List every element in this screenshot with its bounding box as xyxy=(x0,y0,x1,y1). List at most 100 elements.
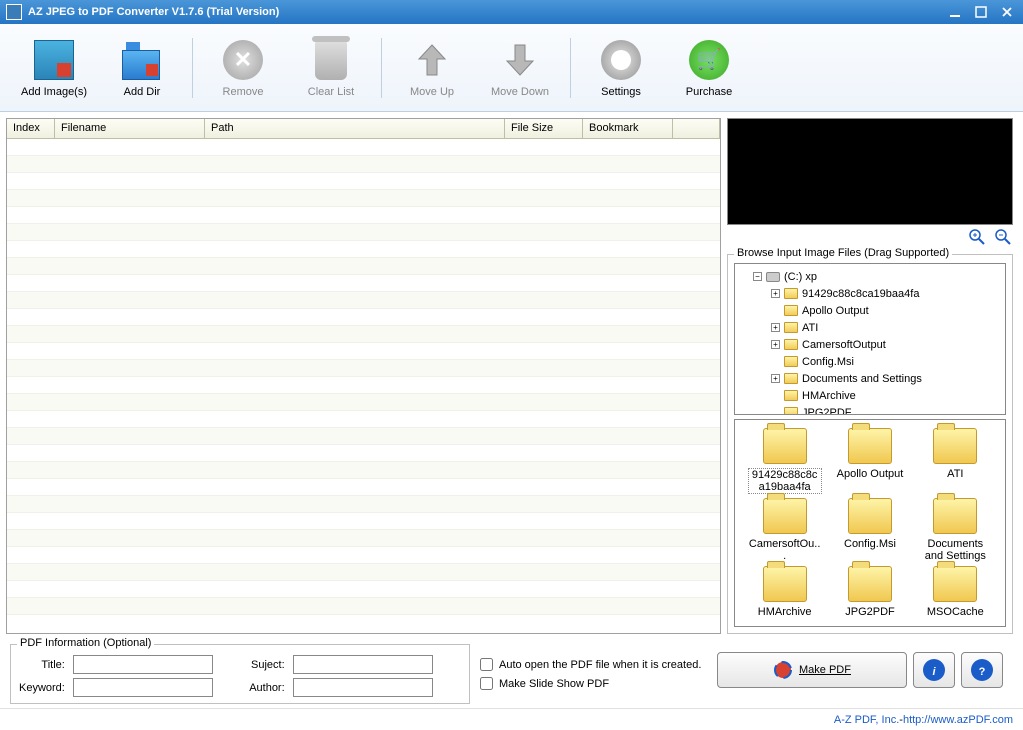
tree-item[interactable]: JPG2PDF xyxy=(739,404,1001,415)
col-bookmark[interactable]: Bookmark xyxy=(583,119,673,138)
titlebar-text: AZ JPEG to PDF Converter V1.7.6 (Trial V… xyxy=(28,6,945,18)
purchase-button[interactable]: 🛒 Purchase xyxy=(665,30,753,106)
pdf-info-legend: PDF Information (Optional) xyxy=(17,637,154,649)
folder-thumb[interactable]: ATI xyxy=(914,428,997,494)
close-button[interactable] xyxy=(997,4,1017,20)
expand-icon[interactable]: + xyxy=(771,289,780,298)
expand-icon[interactable]: + xyxy=(771,340,780,349)
company-link[interactable]: A-Z PDF, Inc. xyxy=(834,714,899,726)
app-icon xyxy=(6,4,22,20)
folder-thumb[interactable]: Documents and Settings xyxy=(914,498,997,562)
folder-thumb[interactable]: MSOCache xyxy=(914,566,997,618)
browse-legend: Browse Input Image Files (Drag Supported… xyxy=(734,247,952,259)
folder-icon xyxy=(848,428,892,464)
info-button[interactable]: i xyxy=(913,652,955,688)
folder-thumb[interactable]: JPG2PDF xyxy=(828,566,911,618)
folder-icon xyxy=(784,407,798,415)
arrow-down-icon xyxy=(498,38,542,82)
folder-icon xyxy=(784,390,798,401)
tree-item[interactable]: Config.Msi xyxy=(739,353,1001,370)
url-link[interactable]: http://www.azPDF.com xyxy=(903,714,1013,726)
minimize-button[interactable] xyxy=(945,4,965,20)
col-path[interactable]: Path xyxy=(205,119,505,138)
folder-icon xyxy=(848,566,892,602)
maximize-button[interactable] xyxy=(971,4,991,20)
keyword-label: Keyword: xyxy=(19,682,65,694)
file-grid[interactable]: Index Filename Path File Size Bookmark xyxy=(6,118,721,634)
folder-icon xyxy=(763,498,807,534)
collapse-icon[interactable]: − xyxy=(753,272,762,281)
folder-icon xyxy=(933,428,977,464)
zoom-in-button[interactable] xyxy=(969,229,985,248)
slideshow-option[interactable]: Make Slide Show PDF xyxy=(480,677,707,690)
settings-button[interactable]: Settings xyxy=(577,30,665,106)
titlebar: AZ JPEG to PDF Converter V1.7.6 (Trial V… xyxy=(0,0,1023,24)
remove-button[interactable]: ✕ Remove xyxy=(199,30,287,106)
gear-icon xyxy=(601,40,641,80)
thumbnail-pane[interactable]: 91429c88c8ca19baa4faApollo OutputATI Came… xyxy=(734,419,1006,627)
col-filesize[interactable]: File Size xyxy=(505,119,583,138)
trash-icon xyxy=(315,40,347,80)
keyword-input[interactable] xyxy=(73,678,213,697)
tree-item[interactable]: Apollo Output xyxy=(739,302,1001,319)
folder-thumb[interactable]: HMArchive xyxy=(743,566,826,618)
folder-thumb[interactable]: Apollo Output xyxy=(828,428,911,494)
subject-input[interactable] xyxy=(293,655,433,674)
clear-list-button[interactable]: Clear List xyxy=(287,30,375,106)
expand-icon[interactable]: + xyxy=(771,374,780,383)
tree-item[interactable]: +Documents and Settings xyxy=(739,370,1001,387)
slideshow-checkbox[interactable] xyxy=(480,677,493,690)
folder-icon xyxy=(784,288,798,299)
info-icon: i xyxy=(922,658,946,682)
make-pdf-icon xyxy=(773,660,793,680)
col-index[interactable]: Index xyxy=(7,119,55,138)
svg-text:?: ? xyxy=(979,666,986,678)
grid-body xyxy=(7,139,720,633)
folder-icon xyxy=(784,356,798,367)
move-down-button[interactable]: Move Down xyxy=(476,30,564,106)
expand-icon[interactable]: + xyxy=(771,323,780,332)
preview-pane xyxy=(727,118,1013,225)
folder-icon xyxy=(763,566,807,602)
folder-thumb[interactable]: Config.Msi xyxy=(828,498,911,562)
title-input[interactable] xyxy=(73,655,213,674)
tree-item[interactable]: HMArchive xyxy=(739,387,1001,404)
folder-thumb[interactable]: CamersoftOu... xyxy=(743,498,826,562)
folder-icon xyxy=(784,322,798,333)
folder-icon xyxy=(933,498,977,534)
subject-label: Suject: xyxy=(249,659,284,671)
add-images-button[interactable]: Add Image(s) xyxy=(10,30,98,106)
folder-icon xyxy=(933,566,977,602)
author-label: Author: xyxy=(249,682,284,694)
grid-header: Index Filename Path File Size Bookmark xyxy=(7,119,720,139)
col-filename[interactable]: Filename xyxy=(55,119,205,138)
cart-icon: 🛒 xyxy=(689,40,729,80)
zoom-out-button[interactable] xyxy=(995,229,1011,248)
auto-open-option[interactable]: Auto open the PDF file when it is create… xyxy=(480,658,707,671)
tree-root[interactable]: − (C:) xp xyxy=(739,268,1001,285)
folder-icon xyxy=(784,373,798,384)
author-input[interactable] xyxy=(293,678,433,697)
title-label: Title: xyxy=(19,659,65,671)
help-button[interactable]: ? xyxy=(961,652,1003,688)
folder-tree[interactable]: − (C:) xp +91429c88c8ca19baa4faApollo Ou… xyxy=(734,263,1006,415)
folder-icon xyxy=(784,339,798,350)
tree-item[interactable]: +91429c88c8ca19baa4fa xyxy=(739,285,1001,302)
tree-item[interactable]: +CamersoftOutput xyxy=(739,336,1001,353)
add-dir-icon xyxy=(122,40,162,80)
auto-open-checkbox[interactable] xyxy=(480,658,493,671)
folder-thumb[interactable]: 91429c88c8ca19baa4fa xyxy=(743,428,826,494)
folder-icon xyxy=(763,428,807,464)
drive-icon xyxy=(766,272,780,282)
arrow-up-icon xyxy=(410,38,454,82)
pdf-info-group: PDF Information (Optional) Title: Suject… xyxy=(10,644,470,704)
help-icon: ? xyxy=(970,658,994,682)
tree-item[interactable]: +ATI xyxy=(739,319,1001,336)
toolbar: Add Image(s) Add Dir ✕ Remove Clear List… xyxy=(0,24,1023,112)
add-dir-button[interactable]: Add Dir xyxy=(98,30,186,106)
folder-icon xyxy=(784,305,798,316)
statusbar: A-Z PDF, Inc. - http://www.azPDF.com xyxy=(0,708,1023,730)
move-up-button[interactable]: Move Up xyxy=(388,30,476,106)
make-pdf-button[interactable]: Make PDF xyxy=(717,652,907,688)
browse-group: Browse Input Image Files (Drag Supported… xyxy=(727,254,1013,634)
